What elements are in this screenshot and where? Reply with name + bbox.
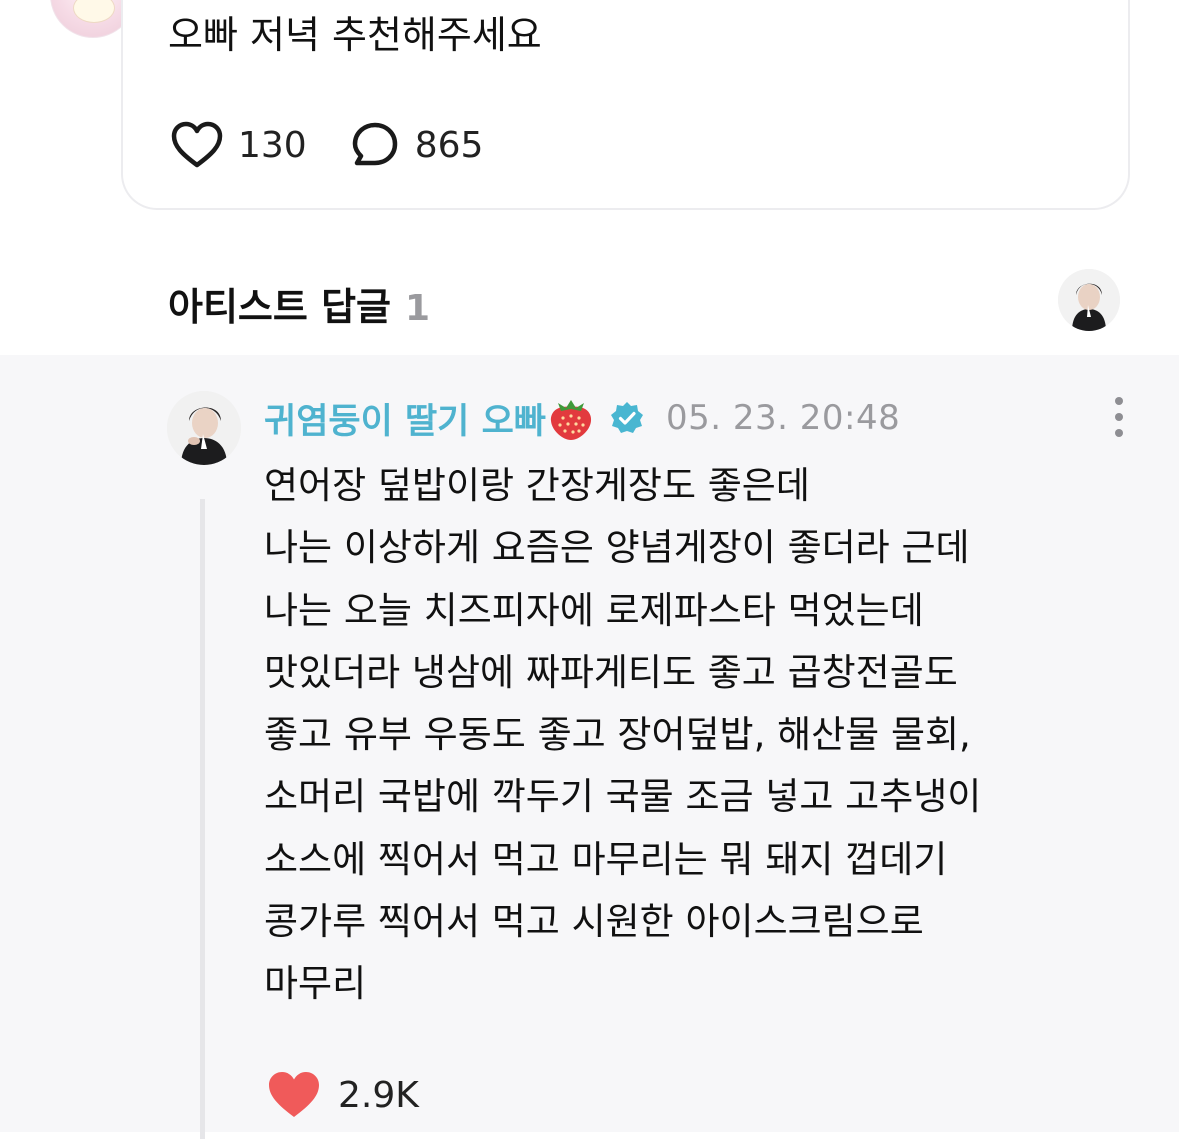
reply-text-line: 나는 이상하게 요즘은 양념게장이 좋더라 근데	[264, 526, 970, 570]
more-dot-icon	[1115, 413, 1123, 421]
strawberry-icon	[550, 400, 592, 440]
reply-text-line: 콩가루 찍어서 먹고 시원한 아이스크림으로	[264, 900, 924, 944]
reply-like-count: 2.9K	[338, 1074, 419, 1116]
artist-reply-title: 아티스트 답글	[168, 285, 391, 329]
verified-badge-icon	[610, 402, 643, 433]
more-dot-icon	[1115, 429, 1123, 437]
artist-reply-count: 1	[405, 288, 431, 329]
heart-filled-icon	[269, 1072, 319, 1117]
post-text: 오빠 저녁 추천해주세요	[168, 13, 542, 57]
reply-body: 연어장 덮밥이랑 간장게장도 좋은데 나는 이상하게 요즘은 양념게장이 좋더라…	[264, 455, 1144, 1016]
reply-author-avatar[interactable]	[167, 391, 241, 465]
reply-author-name[interactable]: 귀염둥이 딸기 오빠	[264, 393, 546, 444]
artist-portrait-image	[1058, 269, 1120, 331]
reply-text-line: 나는 오늘 치즈피자에 로제파스타 먹었는데	[264, 588, 924, 632]
reply-text-line: 좋고 유부 우동도 좋고 장어덮밥, 해산물 물회,	[264, 713, 971, 757]
post-like-count: 130	[238, 124, 307, 166]
thread-line	[200, 499, 205, 1139]
reply-header: 귀염둥이 딸기 오빠 05. 23. 20:48	[264, 393, 900, 443]
reply-text-line: 소머리 국밥에 깍두기 국물 조금 넣고 고추냉이	[264, 775, 982, 819]
post-comment-button[interactable]: 865	[351, 120, 484, 170]
artist-reply-header: 아티스트 답글 1	[168, 276, 430, 331]
heart-outline-icon	[171, 121, 223, 168]
artist-avatar-small[interactable]	[1058, 269, 1120, 331]
post-comment-count: 865	[414, 124, 484, 166]
post-like-button[interactable]: 130	[170, 120, 307, 170]
reply-text-line: 연어장 덮밥이랑 간장게장도 좋은데	[264, 464, 810, 507]
post-section: 오빠 저녁 추천해주세요 130 865 아티스트 답글 1	[0, 0, 1179, 355]
more-dot-icon	[1115, 397, 1123, 405]
more-options-button[interactable]	[1106, 393, 1132, 441]
reply-timestamp: 05. 23. 20:48	[665, 398, 901, 438]
post-stats: 130 865	[170, 118, 527, 172]
artist-portrait-image	[167, 391, 241, 465]
avatar-character-face	[73, 0, 115, 23]
reply-like-button[interactable]: 2.9K	[266, 1065, 419, 1125]
reply-text-line: 소스에 찍어서 먹고 마무리는 뭐 돼지 껍데기	[264, 837, 948, 881]
reply-text-line: 마무리	[264, 962, 367, 1006]
artist-reply: 귀염둥이 딸기 오빠 05. 23. 20:48 연어장 덮밥이랑 간장게장도 …	[0, 355, 1179, 1139]
speech-bubble-icon	[352, 122, 397, 166]
reply-text-line: 맛있더라 냉삼에 짜파게티도 좋고 곱창전골도	[264, 650, 958, 694]
